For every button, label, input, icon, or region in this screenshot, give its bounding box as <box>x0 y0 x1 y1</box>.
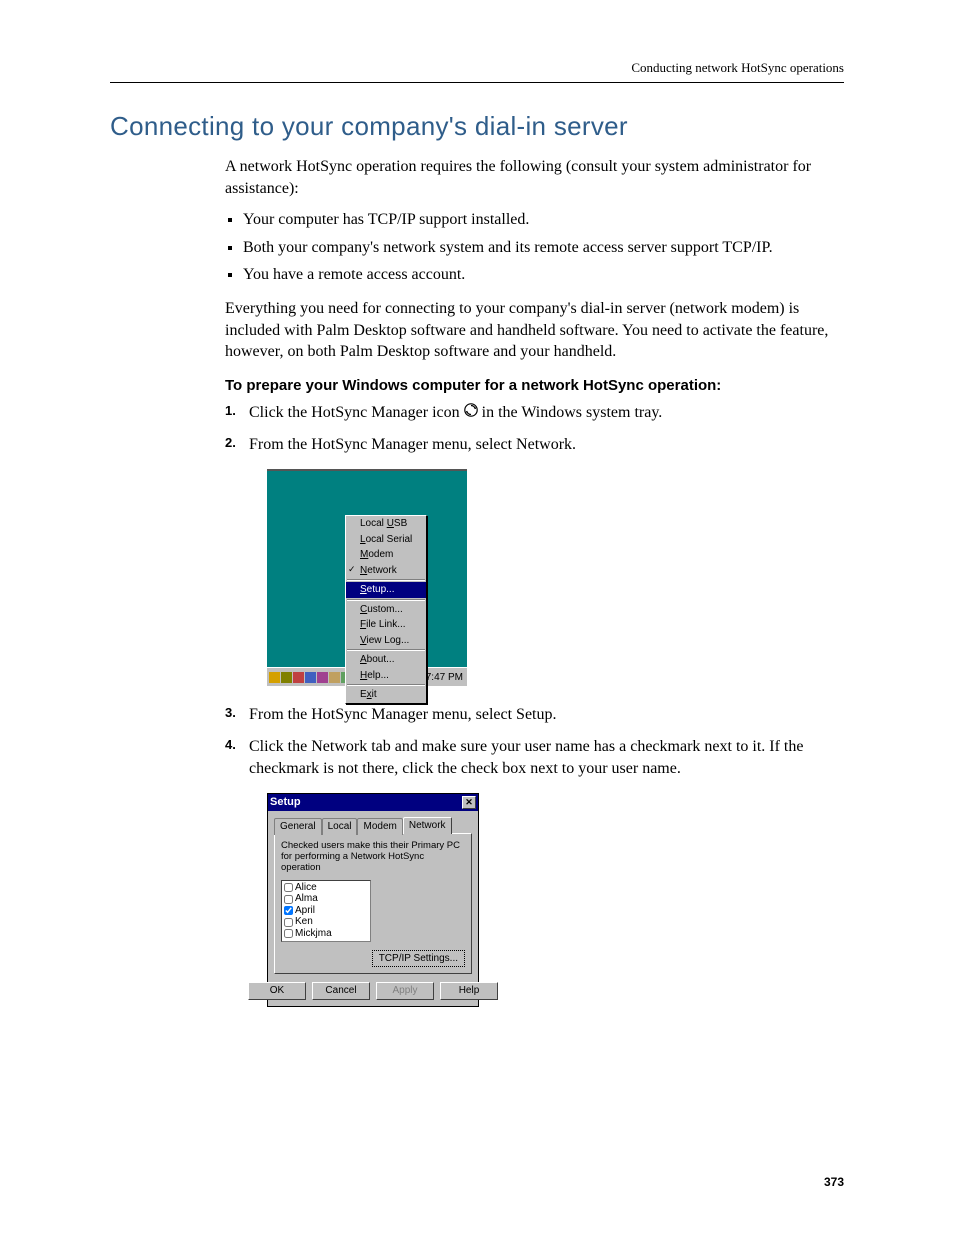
step-1: Click the HotSync Manager icon in the Wi… <box>225 402 844 424</box>
tcpip-settings-button[interactable]: TCP/IP Settings... <box>372 950 465 968</box>
menu-item-modem[interactable]: Modem <box>346 547 426 563</box>
user-row[interactable]: Mickjma <box>284 928 368 940</box>
requirement-item: Your computer has TCP/IP support install… <box>243 209 844 231</box>
dialog-titlebar: Setup ✕ <box>268 794 478 811</box>
hotsync-icon <box>464 402 478 424</box>
page-number: 373 <box>824 1175 844 1189</box>
menu-item-about[interactable]: About... <box>346 652 426 668</box>
user-name: April <box>295 905 315 917</box>
step-1-post: in the Windows system tray. <box>482 404 663 421</box>
requirement-item: You have a remote access account. <box>243 264 844 286</box>
taskbar-clock: 7:47 PM <box>422 671 467 685</box>
menu-item-setup[interactable]: Setup... <box>346 582 426 598</box>
section-title: Connecting to your company's dial-in ser… <box>110 111 844 142</box>
everything-paragraph: Everything you need for connecting to yo… <box>225 298 844 363</box>
setup-dialog-screenshot: Setup ✕ General Local Modem Network Chec… <box>267 793 479 1007</box>
tab-row: General Local Modem Network <box>274 817 472 834</box>
menu-item-help[interactable]: Help... <box>346 668 426 684</box>
user-checkbox[interactable] <box>284 906 293 915</box>
user-name: Alma <box>295 893 318 905</box>
procedure-heading: To prepare your Windows computer for a n… <box>225 377 844 394</box>
user-row[interactable]: Alice <box>284 882 368 894</box>
help-button[interactable]: Help <box>440 982 498 1000</box>
user-row[interactable]: Alma <box>284 893 368 905</box>
requirement-item: Both your company's network system and i… <box>243 237 844 259</box>
desktop-background: Local USBLocal SerialModemNetwork Setup..… <box>267 469 467 667</box>
user-list[interactable]: AliceAlmaAprilKenMickjma <box>281 880 371 942</box>
user-name: Mickjma <box>295 928 332 940</box>
intro-paragraph: A network HotSync operation requires the… <box>225 156 844 199</box>
menu-item-network[interactable]: Network <box>346 563 426 579</box>
menu-item-view-log[interactable]: View Log... <box>346 633 426 649</box>
step-3: From the HotSync Manager menu, select Se… <box>225 704 844 726</box>
menu-item-custom[interactable]: Custom... <box>346 602 426 618</box>
cancel-button[interactable]: Cancel <box>312 982 370 1000</box>
step-4-text: Click the Network tab and make sure your… <box>249 738 803 777</box>
user-name: Alice <box>295 882 317 894</box>
apply-button[interactable]: Apply <box>376 982 434 1000</box>
user-row[interactable]: April <box>284 905 368 917</box>
menu-item-local-usb[interactable]: Local USB <box>346 516 426 532</box>
tab-modem[interactable]: Modem <box>357 818 402 835</box>
user-checkbox[interactable] <box>284 918 293 927</box>
user-checkbox[interactable] <box>284 883 293 892</box>
step-2: From the HotSync Manager menu, select Ne… <box>225 434 844 687</box>
header-rule <box>110 82 844 83</box>
tab-general[interactable]: General <box>274 818 322 835</box>
menu-item-local-serial[interactable]: Local Serial <box>346 532 426 548</box>
menu-screenshot: Local USBLocal SerialModemNetwork Setup..… <box>267 469 467 686</box>
step-1-pre: Click the HotSync Manager icon <box>249 404 464 421</box>
tab-network[interactable]: Network <box>403 817 452 834</box>
tab-local[interactable]: Local <box>322 818 358 835</box>
ok-button[interactable]: OK <box>248 982 306 1000</box>
user-checkbox[interactable] <box>284 929 293 938</box>
step-4: Click the Network tab and make sure your… <box>225 736 844 1007</box>
menu-item-file-link[interactable]: File Link... <box>346 617 426 633</box>
dialog-instruction: Checked users make this their Primary PC… <box>281 840 465 874</box>
requirements-list: Your computer has TCP/IP support install… <box>225 209 844 286</box>
step-2-text: From the HotSync Manager menu, select Ne… <box>249 436 576 453</box>
user-row[interactable]: Ken <box>284 916 368 928</box>
dialog-title: Setup <box>270 795 301 810</box>
user-checkbox[interactable] <box>284 895 293 904</box>
tab-pane-network: Checked users make this their Primary PC… <box>274 833 472 975</box>
menu-item-exit[interactable]: Exit <box>346 687 426 703</box>
user-name: Ken <box>295 916 313 928</box>
running-header: Conducting network HotSync operations <box>110 60 844 76</box>
hotsync-manager-menu: Local USBLocal SerialModemNetwork Setup..… <box>345 515 427 704</box>
close-icon[interactable]: ✕ <box>462 796 476 809</box>
